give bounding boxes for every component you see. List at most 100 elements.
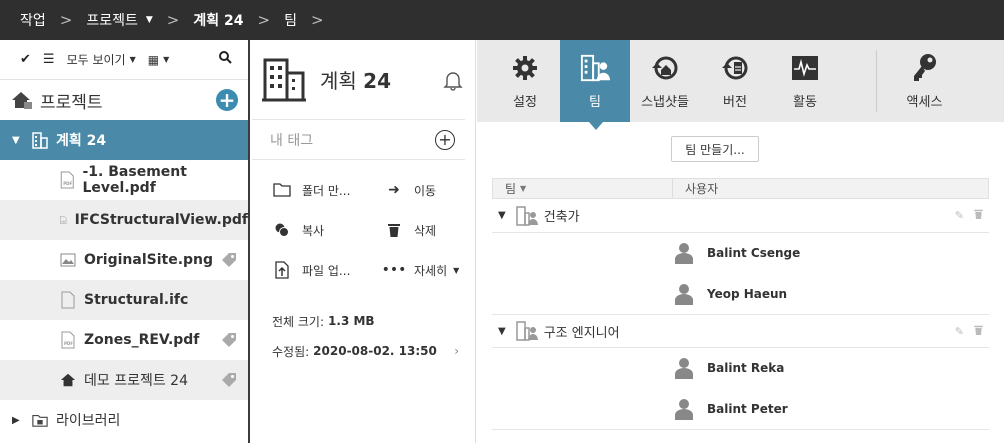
member-row: Yeop Haeun xyxy=(675,274,787,314)
breadcrumb-item-projects[interactable]: 프로젝트 ▼ xyxy=(86,10,152,30)
team-building-icon xyxy=(515,205,538,226)
check-icon[interactable]: ✔ xyxy=(20,52,31,67)
tree-item-plan24[interactable]: ▼ 계획 24 xyxy=(0,120,248,160)
show-all-dropdown[interactable]: 모두 보이기 ▼ xyxy=(67,51,136,68)
user-icon xyxy=(675,284,693,305)
create-folder-button[interactable]: 폴더 만... xyxy=(252,170,364,210)
create-team-button[interactable]: 팀 만들기... xyxy=(671,136,759,162)
tree-item-file[interactable]: PDF IFCStructuralView.pdf xyxy=(0,200,248,240)
calendar-icon: ▦ xyxy=(147,52,160,67)
svg-text:PDF: PDF xyxy=(63,181,72,186)
bell-icon[interactable] xyxy=(441,68,465,92)
activity-icon xyxy=(790,53,820,83)
upload-file-button[interactable]: 파일 업... xyxy=(252,250,364,290)
tag-icon[interactable] xyxy=(220,371,238,389)
pdf-file-icon: PDF xyxy=(61,331,75,349)
chevron-right-icon: > xyxy=(166,11,180,29)
search-icon[interactable] xyxy=(219,51,232,68)
tree-toolbar: ✔ ☰ 모두 보이기 ▼ ▦ ▼ xyxy=(0,40,248,80)
breadcrumb-item-plan[interactable]: 계획 24 xyxy=(193,10,243,30)
more-button[interactable]: ••• 자세히 ▼ xyxy=(364,250,476,290)
column-users: 사용자 xyxy=(685,182,719,196)
trash-icon xyxy=(384,223,404,237)
tab-bar: 설정 팀 스냅샷들 버전 활동 액세스 xyxy=(477,40,1004,130)
team-table-header: 팀 ▼ 사용자 xyxy=(492,178,989,199)
tag-icon[interactable] xyxy=(220,251,238,269)
tree-item-file[interactable]: PDF Zones_REV.pdf xyxy=(0,320,248,360)
more-dots-icon: ••• xyxy=(381,262,407,278)
user-icon xyxy=(675,358,693,379)
arrow-right-icon: ➜ xyxy=(388,182,400,198)
building-icon xyxy=(262,58,306,101)
tab-activity[interactable]: 활동 xyxy=(770,40,840,122)
my-tag-field[interactable]: 내 태그 + xyxy=(252,120,465,160)
chevron-right-icon: > xyxy=(59,11,73,29)
edit-icon[interactable]: ✎ xyxy=(955,209,964,222)
details-title: 계획 24 xyxy=(320,69,392,93)
version-icon xyxy=(720,53,750,83)
tree-item-file[interactable]: PDF -1. Basement Level.pdf xyxy=(0,160,248,200)
pdf-file-icon: PDF xyxy=(60,216,67,224)
member-row: Balint Peter xyxy=(675,389,788,429)
caret-down-icon: ▼ xyxy=(163,55,170,64)
caret-right-icon[interactable]: ▶ xyxy=(12,415,24,426)
caret-down-icon[interactable]: ▼ xyxy=(498,210,506,221)
tab-settings[interactable]: 설정 xyxy=(490,40,560,122)
team-building-icon xyxy=(580,53,610,83)
edit-icon[interactable]: ✎ xyxy=(955,325,964,338)
divider xyxy=(492,429,989,430)
breadcrumb-item-tasks[interactable]: 작업 xyxy=(20,10,46,30)
tree-item-file[interactable]: OriginalSite.png xyxy=(0,240,248,280)
caret-down-icon: ▼ xyxy=(453,265,460,275)
caret-down-icon[interactable]: ▼ xyxy=(12,135,24,146)
modified-row[interactable]: 수정됨: 2020-08-02. 13:50 › xyxy=(272,336,475,366)
details-header: 계획 24 xyxy=(252,40,465,120)
tab-versions[interactable]: 버전 xyxy=(700,40,770,122)
move-button[interactable]: ➜ 이동 xyxy=(364,170,476,210)
row-tools: ✎ xyxy=(955,325,983,338)
action-grid: 폴더 만... ➜ 이동 복사 삭제 파일 업... ••• 자세히 ▼ xyxy=(252,160,475,290)
tree-item-file[interactable]: Structural.ifc xyxy=(0,280,248,320)
details-panel: 계획 24 내 태그 + 폴더 만... ➜ 이동 복사 삭제 파일 업... … xyxy=(252,40,476,443)
home-project-icon xyxy=(12,92,32,109)
sort-icon[interactable]: ☰ xyxy=(43,52,55,67)
chevron-right-icon: > xyxy=(257,11,271,29)
add-tag-button[interactable]: + xyxy=(435,129,455,150)
tab-team[interactable]: 팀 xyxy=(560,40,630,130)
trash-icon[interactable] xyxy=(974,325,983,338)
image-file-icon xyxy=(60,253,76,267)
main-panel: 설정 팀 스냅샷들 버전 활동 액세스 팀 만들기... 팀 ▼ 사용자 ▼ 건… xyxy=(477,40,1004,443)
breadcrumb-item-team[interactable]: 팀 xyxy=(284,10,297,30)
member-row: Balint Csenge xyxy=(675,233,800,273)
add-project-button[interactable]: + xyxy=(216,89,238,111)
tab-access[interactable]: 액세스 xyxy=(887,40,962,122)
upload-file-icon xyxy=(272,261,292,279)
copy-button[interactable]: 복사 xyxy=(252,210,364,250)
column-team[interactable]: 팀 ▼ xyxy=(493,179,673,198)
chevron-right-icon: > xyxy=(310,11,324,29)
team-row[interactable]: ▼ 건축가 ✎ xyxy=(492,199,989,233)
tree-item-demo-project[interactable]: 데모 프로젝트 24 xyxy=(0,360,248,400)
breadcrumb-bar: 작업 > 프로젝트 ▼ > 계획 24 > 팀 > xyxy=(0,0,1004,40)
tag-icon[interactable] xyxy=(220,331,238,349)
file-meta: 전체 크기: 1.3 MB 수정됨: 2020-08-02. 13:50 › xyxy=(252,306,475,366)
svg-text:PDF: PDF xyxy=(64,341,73,346)
total-size: 전체 크기: 1.3 MB xyxy=(272,314,375,329)
member-row: Balint Reka xyxy=(675,348,784,388)
home-project-icon xyxy=(60,373,76,387)
calendar-dropdown[interactable]: ▦ ▼ xyxy=(148,53,170,67)
tab-divider xyxy=(876,50,877,112)
tab-snapshots[interactable]: 스냅샷들 xyxy=(630,40,700,122)
trash-icon[interactable] xyxy=(974,209,983,222)
caret-down-icon[interactable]: ▼ xyxy=(498,326,506,337)
pdf-file-icon: PDF xyxy=(60,171,74,189)
snapshot-icon xyxy=(650,53,680,83)
chevron-right-icon[interactable]: › xyxy=(454,344,459,358)
tree-item-library[interactable]: ▶ 라이브러리 xyxy=(0,400,248,440)
svg-text:PDF: PDF xyxy=(61,221,66,223)
caret-down-icon: ▼ xyxy=(129,55,136,64)
team-row[interactable]: ▼ 구조 엔지니어 ✎ xyxy=(492,314,989,348)
row-tools: ✎ xyxy=(955,209,983,222)
delete-button[interactable]: 삭제 xyxy=(364,210,476,250)
caret-down-icon: ▼ xyxy=(145,15,153,25)
